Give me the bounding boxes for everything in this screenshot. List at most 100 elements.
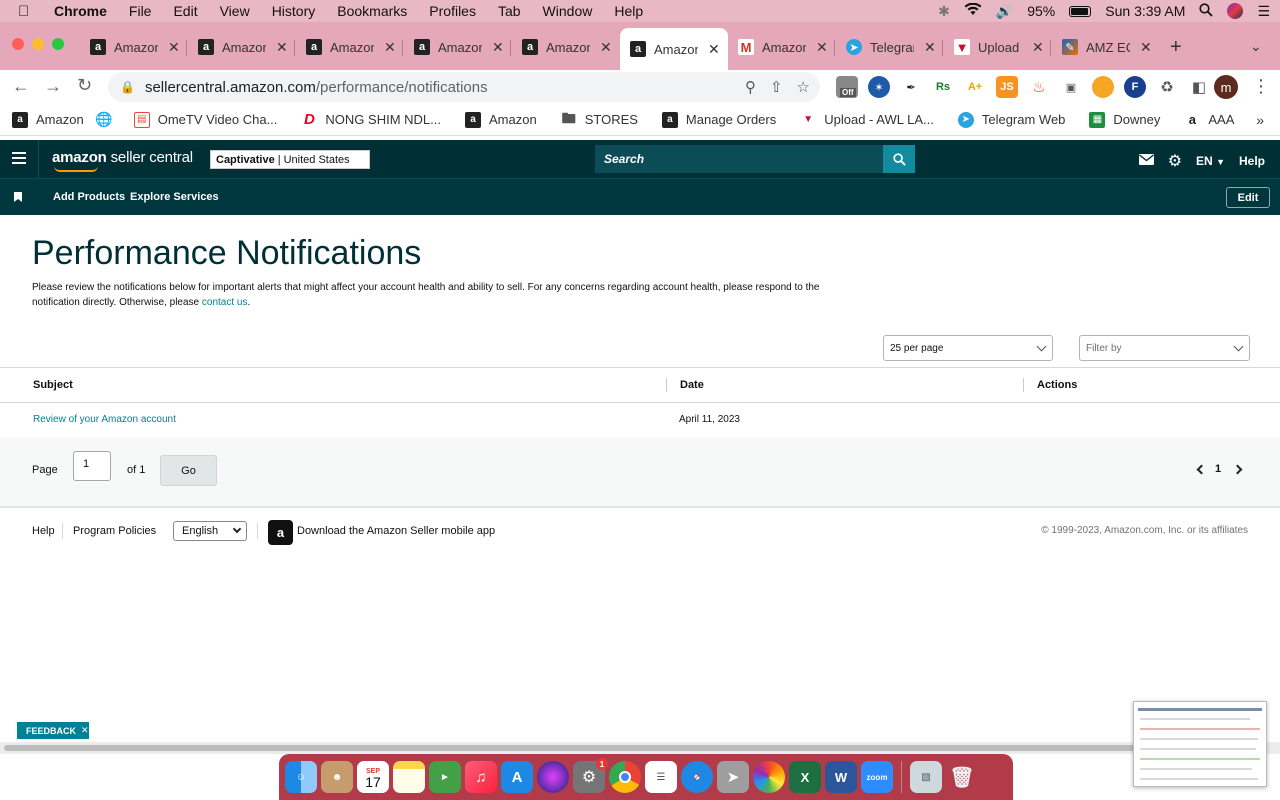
rs-extension-icon[interactable]: Rs: [932, 76, 954, 98]
notification-subject-link[interactable]: Review of your Amazon account: [33, 414, 176, 425]
fire-extension-icon[interactable]: ♨: [1028, 76, 1050, 98]
current-page-number[interactable]: 1: [1215, 463, 1221, 475]
zoom-icon[interactable]: zoom: [861, 761, 893, 793]
bookmark-item[interactable]: ▦ Downey: [1089, 111, 1160, 128]
bookmark-item[interactable]: D NONG SHIM NDL...: [301, 111, 441, 128]
launchpad-icon[interactable]: ➤: [717, 761, 749, 793]
menu-tab[interactable]: Tab: [498, 3, 521, 19]
search-input[interactable]: Search: [595, 145, 883, 173]
calendar-icon[interactable]: SEP 17: [357, 761, 389, 793]
more-bookmarks-icon[interactable]: »: [1256, 112, 1264, 128]
window-minimize-button[interactable]: [32, 38, 44, 50]
filter-by-select[interactable]: Filter by: [1079, 335, 1250, 361]
chrome-icon[interactable]: [609, 761, 641, 793]
bookmark-star-icon[interactable]: ☆: [797, 78, 810, 96]
close-tab-icon[interactable]: ✕: [492, 39, 504, 56]
bluetooth-icon[interactable]: ✱: [938, 3, 950, 20]
browser-tab[interactable]: a Amazon ✕: [198, 34, 288, 60]
amazon-seller-app-icon[interactable]: a: [268, 520, 293, 545]
lock-icon[interactable]: 🔒: [120, 80, 135, 94]
close-tab-icon[interactable]: ✕: [384, 39, 396, 56]
f-extension-icon[interactable]: F: [1124, 76, 1146, 98]
menu-history[interactable]: History: [272, 3, 316, 19]
zoom-icon[interactable]: ⚲: [745, 78, 756, 96]
safari-icon[interactable]: ➚: [681, 761, 713, 793]
browser-tab[interactable]: a Amazon ✕: [414, 34, 504, 60]
go-button[interactable]: Go: [160, 455, 217, 486]
side-panel-icon[interactable]: ◧: [1188, 76, 1210, 98]
screenshot-preview-thumbnail[interactable]: [1133, 701, 1267, 787]
downloads-icon[interactable]: ▧: [910, 761, 942, 793]
download-app-link[interactable]: Download the Amazon Seller mobile app: [297, 525, 495, 537]
browser-tab[interactable]: a Amazon ✕: [306, 34, 396, 60]
bookmark-item[interactable]: ➤ Telegram Web: [957, 111, 1065, 128]
column-header-subject[interactable]: Subject: [33, 379, 73, 391]
siri-icon[interactable]: [1227, 3, 1244, 19]
close-icon[interactable]: ✕: [81, 725, 89, 736]
window-close-button[interactable]: [12, 38, 24, 50]
footer-help-link[interactable]: Help: [32, 525, 55, 537]
bookmark-item[interactable]: a Manage Orders: [661, 111, 776, 128]
url-text[interactable]: sellercentral.amazon.com/performance/not…: [145, 79, 488, 96]
system-settings-icon[interactable]: ⚙ 1: [573, 758, 608, 793]
feedback-button[interactable]: FEEDBACK ✕: [17, 722, 89, 739]
browser-tab[interactable]: M Amazon ✕: [738, 34, 828, 60]
program-policies-link[interactable]: Program Policies: [73, 525, 156, 537]
menu-edit[interactable]: Edit: [173, 3, 197, 19]
edit-button[interactable]: Edit: [1226, 187, 1270, 208]
off-extension-icon[interactable]: Off: [836, 76, 858, 98]
menu-window[interactable]: Window: [543, 3, 593, 19]
browser-tab[interactable]: ▼ Upload ✕: [954, 34, 1044, 60]
app-store-icon[interactable]: A: [501, 761, 533, 793]
photos-icon[interactable]: [753, 761, 785, 793]
trash-icon[interactable]: 🗑: [946, 761, 978, 793]
footer-language-select[interactable]: English: [173, 521, 247, 541]
close-tab-icon[interactable]: ✕: [600, 39, 612, 56]
close-tab-icon[interactable]: ✕: [168, 39, 180, 56]
wifi-icon[interactable]: [964, 2, 982, 19]
bookmark-item[interactable]: a Amazon: [465, 111, 537, 128]
close-tab-icon[interactable]: ✕: [276, 39, 288, 56]
apple-icon[interactable]: : [18, 3, 40, 20]
puzzle-extension-icon[interactable]: ♻: [1156, 76, 1178, 98]
music-icon[interactable]: ♫: [465, 761, 497, 793]
browser-tab[interactable]: ➤ Telegram ✕: [846, 34, 936, 60]
pen-extension-icon[interactable]: ✒: [900, 76, 922, 98]
profile-avatar[interactable]: m: [1214, 75, 1238, 99]
reload-icon[interactable]: ↻: [77, 75, 92, 96]
bookmark-item[interactable]: a AAA: [1184, 112, 1235, 128]
orange-circle-extension-icon[interactable]: [1092, 76, 1114, 98]
page-number-input[interactable]: 1: [73, 451, 111, 481]
siri-dock-icon[interactable]: [537, 761, 569, 793]
facetime-icon[interactable]: ►: [429, 761, 461, 793]
control-center-icon[interactable]: ☰: [1257, 3, 1270, 20]
a-plus-extension-icon[interactable]: A+: [964, 76, 986, 98]
contact-us-link[interactable]: contact us: [202, 297, 248, 308]
tab-search-chevron-icon[interactable]: ⌄: [1250, 38, 1262, 55]
clock[interactable]: Sun 3:39 AM: [1105, 3, 1185, 19]
language-selector[interactable]: EN ▼: [1196, 154, 1225, 168]
back-arrow-icon[interactable]: ←: [12, 76, 30, 97]
help-link[interactable]: Help: [1239, 154, 1265, 168]
chrome-menu-icon[interactable]: ⋮: [1252, 76, 1270, 97]
bookmark-item[interactable]: a Amazon: [12, 111, 84, 128]
browser-tab[interactable]: ✎ AMZ EC ✕: [1062, 34, 1152, 60]
horizontal-scrollbar[interactable]: [0, 742, 1280, 754]
finder-icon[interactable]: ☺: [285, 761, 317, 793]
mail-icon[interactable]: [1138, 154, 1154, 168]
excel-icon[interactable]: X: [789, 761, 821, 793]
cube-extension-icon[interactable]: ▣: [1060, 76, 1082, 98]
reminders-icon[interactable]: ☰: [645, 761, 677, 793]
bookmark-item[interactable]: ▤ OmeTV Video Cha...: [133, 111, 277, 128]
close-tab-icon[interactable]: ✕: [1140, 39, 1152, 56]
bookmark-item[interactable]: 🌐: [95, 111, 120, 128]
menu-help[interactable]: Help: [614, 3, 643, 19]
explore-services-link[interactable]: Explore Services: [130, 191, 219, 203]
bookmark-icon[interactable]: [14, 192, 22, 205]
window-zoom-button[interactable]: [52, 38, 64, 50]
blue-extension-icon[interactable]: ✶: [868, 76, 890, 98]
menu-file[interactable]: File: [129, 3, 152, 19]
browser-tab-active[interactable]: a Amazon ✕: [620, 28, 728, 70]
new-tab-icon[interactable]: +: [1170, 36, 1182, 59]
store-switcher[interactable]: Captivative | United States: [210, 150, 370, 169]
